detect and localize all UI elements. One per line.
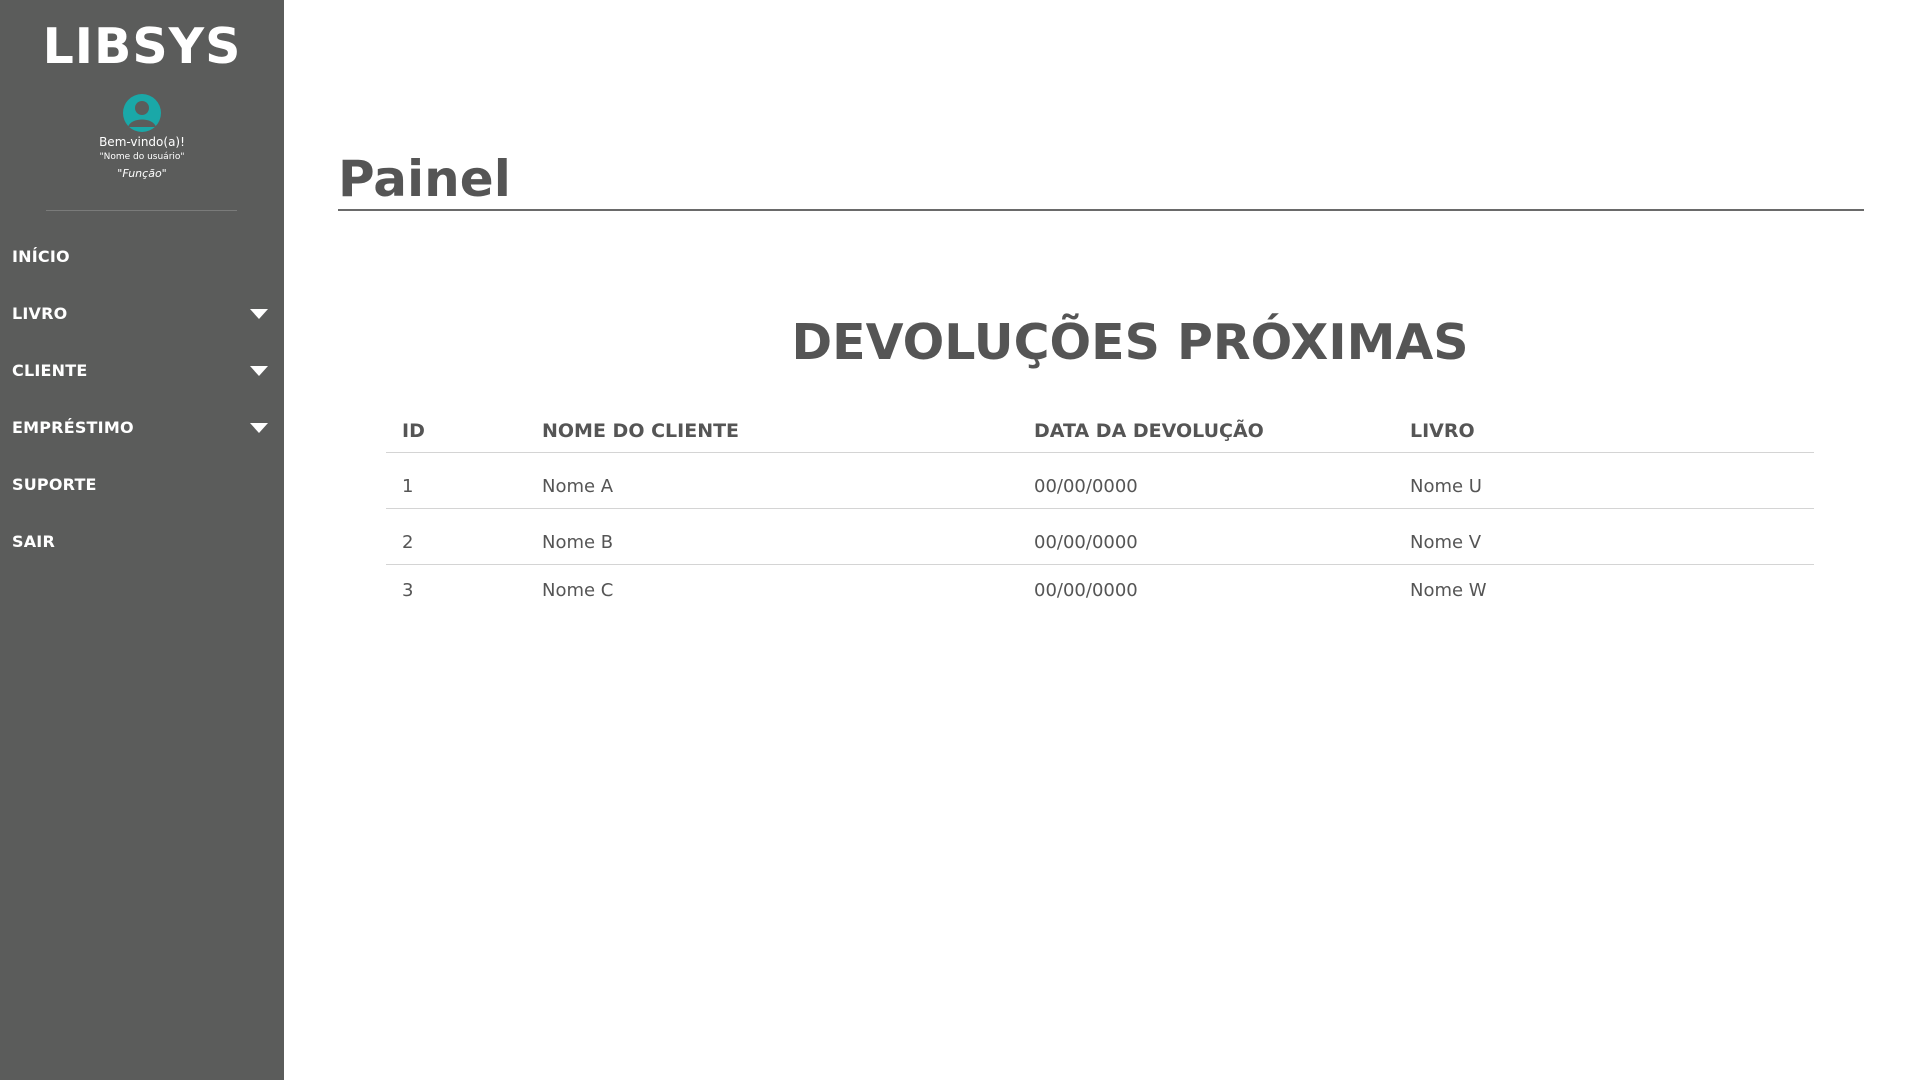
cell-id: 3 — [402, 579, 414, 601]
sidebar-item-label: SAIR — [12, 532, 55, 551]
sidebar-item-sair[interactable]: SAIR — [0, 513, 284, 570]
column-header-client-name[interactable]: NOME DO CLIENTE — [526, 420, 1018, 442]
table-header-row: ID NOME DO CLIENTE DATA DA DEVOLUÇÃO LIV… — [386, 410, 1814, 453]
returns-table: ID NOME DO CLIENTE DATA DA DEVOLUÇÃO LIV… — [386, 410, 1814, 609]
sidebar-item-label: SUPORTE — [12, 475, 97, 494]
sidebar: LIBSYS Bem-vindo(a)! "Nome do usuário" "… — [0, 0, 284, 1080]
role-text: "Função" — [117, 167, 167, 180]
column-header-book[interactable]: LIVRO — [1394, 420, 1814, 442]
section-title-text: DEVOLUÇÕES PRÓXIMAS — [791, 314, 1469, 371]
sidebar-item-cliente[interactable]: CLIENTE — [0, 342, 284, 399]
cell-book: Nome U — [1410, 476, 1482, 497]
cell-return-date: 00/00/0000 — [1034, 532, 1138, 553]
cell-client-name: Nome B — [542, 532, 614, 553]
title-divider — [338, 209, 1864, 211]
sidebar-item-livro[interactable]: LIVRO — [0, 285, 284, 342]
cell-return-date: 00/00/0000 — [1034, 579, 1138, 601]
table-row[interactable]: 2 Nome B 00/00/0000 Nome V — [386, 509, 1814, 565]
sidebar-item-suporte[interactable]: SUPORTE — [0, 456, 284, 513]
sidebar-item-label: INÍCIO — [12, 247, 70, 266]
cell-id: 2 — [402, 532, 414, 553]
welcome-text: Bem-vindo(a)! — [99, 135, 185, 149]
sidebar-item-label: EMPRÉSTIMO — [12, 418, 134, 437]
table-row[interactable]: 1 Nome A 00/00/0000 Nome U — [386, 453, 1814, 509]
main-content: Painel DEVOLUÇÕES PRÓXIMAS ID NOME DO CL… — [284, 0, 1920, 1080]
sidebar-item-label: CLIENTE — [12, 361, 88, 380]
column-header-return-date[interactable]: DATA DA DEVOLUÇÃO — [1018, 420, 1394, 442]
username-text: "Nome do usuário" — [99, 152, 185, 162]
cell-client-name: Nome C — [542, 579, 614, 601]
caret-down-icon[interactable] — [250, 365, 268, 376]
user-avatar-icon[interactable] — [123, 94, 161, 132]
cell-book: Nome W — [1410, 579, 1487, 601]
cell-book: Nome V — [1410, 532, 1482, 553]
column-header-id[interactable]: ID — [386, 420, 526, 442]
cell-id: 1 — [402, 476, 414, 497]
table-row[interactable]: 3 Nome C 00/00/0000 Nome W — [386, 565, 1814, 609]
sidebar-nav: INÍCIO LIVRO CLIENTE EMPRÉSTIMO SUPORTE … — [0, 228, 284, 570]
cell-return-date: 00/00/0000 — [1034, 476, 1138, 497]
app-logo[interactable]: LIBSYS — [0, 18, 284, 75]
cell-client-name: Nome A — [542, 476, 614, 497]
sidebar-item-inicio[interactable]: INÍCIO — [0, 228, 284, 285]
caret-down-icon[interactable] — [250, 422, 268, 433]
page-title: Painel — [338, 150, 511, 208]
section-title: DEVOLUÇÕES PRÓXIMAS — [284, 314, 1920, 371]
sidebar-item-emprestimo[interactable]: EMPRÉSTIMO — [0, 399, 284, 456]
caret-down-icon[interactable] — [250, 308, 268, 319]
sidebar-divider — [46, 210, 237, 211]
sidebar-item-label: LIVRO — [12, 304, 68, 323]
